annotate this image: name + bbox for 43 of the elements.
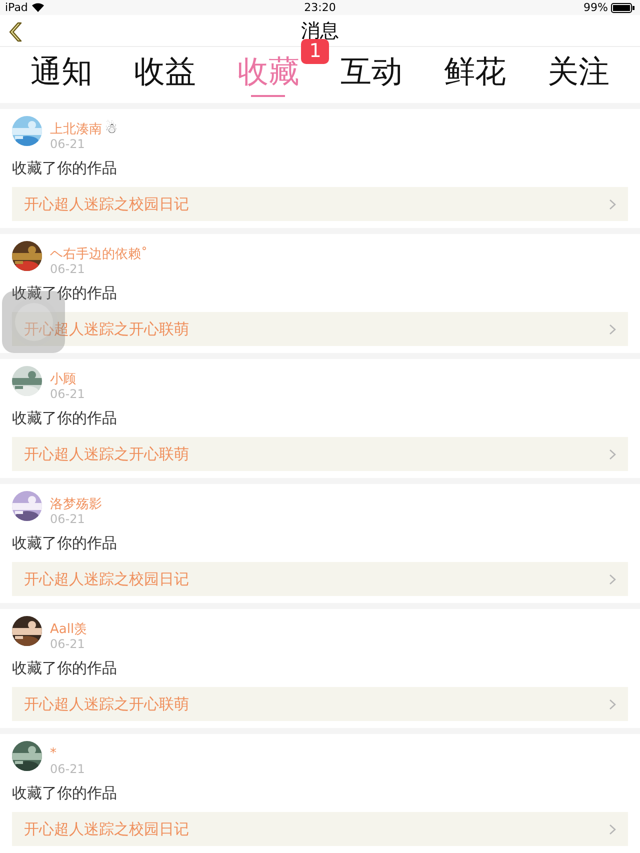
work-link[interactable]: 开心超人迷踪之校园日记 — [12, 562, 628, 596]
chevron-icon — [609, 824, 616, 834]
chevron-icon — [609, 324, 616, 334]
device-name: iPad — [5, 1, 28, 14]
message-date: 06-21 — [50, 762, 85, 776]
message-date: 06-21 — [50, 262, 86, 276]
battery-level: 99% — [584, 1, 608, 14]
user-name: ヘ右手边的依赖˚ — [50, 246, 148, 262]
work-link[interactable]: 开心超人迷踪之校园日记 — [12, 812, 628, 846]
message-text: 收藏了你的作品 — [12, 783, 118, 803]
work-link[interactable]: 开心超人迷踪之开心联萌 — [12, 312, 628, 346]
message-date: 06-21 — [50, 512, 86, 526]
user-name: Aall羡 — [50, 620, 88, 638]
chevron-icon — [609, 448, 616, 460]
chevron-icon — [609, 574, 616, 584]
status-time: 23:20 — [304, 1, 336, 14]
tab[interactable]: 关注 — [547, 47, 610, 103]
message-text: 收藏了你的作品 — [12, 658, 118, 678]
message-date: 06-21 — [50, 637, 86, 651]
work-link[interactable]: 开心超人迷踪之校园日记 — [12, 187, 628, 221]
user-name: 小顾 — [50, 370, 76, 388]
battery-icon — [611, 2, 635, 13]
message-text: 收藏了你的作品 — [12, 283, 118, 303]
message-text: 收藏了你的作品 — [12, 533, 118, 553]
message-text: 收藏了你的作品 — [12, 408, 118, 428]
wifi-icon — [32, 3, 44, 12]
work-link[interactable]: 开心超人迷踪之开心联萌 — [12, 687, 628, 721]
name-emoji: ☃ — [105, 120, 118, 136]
message-date: 06-21 — [50, 137, 86, 151]
user-name: 洛梦殇影 — [50, 496, 102, 512]
tab[interactable]: 鲜花 — [444, 47, 506, 103]
tab[interactable]: 互动 — [340, 47, 403, 103]
tab[interactable]: 收益 — [134, 47, 196, 103]
user-name: * — [50, 746, 56, 761]
chevron-icon — [609, 698, 616, 710]
work-link[interactable]: 开心超人迷踪之开心联萌 — [12, 437, 628, 471]
user-name: 上北湊南 — [50, 120, 102, 138]
tab[interactable]: 通知 — [30, 47, 93, 103]
tab-underline — [251, 95, 286, 97]
count-badge: 1 — [301, 39, 330, 64]
message-date: 06-21 — [50, 387, 85, 401]
chevron-icon — [609, 198, 616, 210]
message-text: 收藏了你的作品 — [12, 158, 118, 178]
